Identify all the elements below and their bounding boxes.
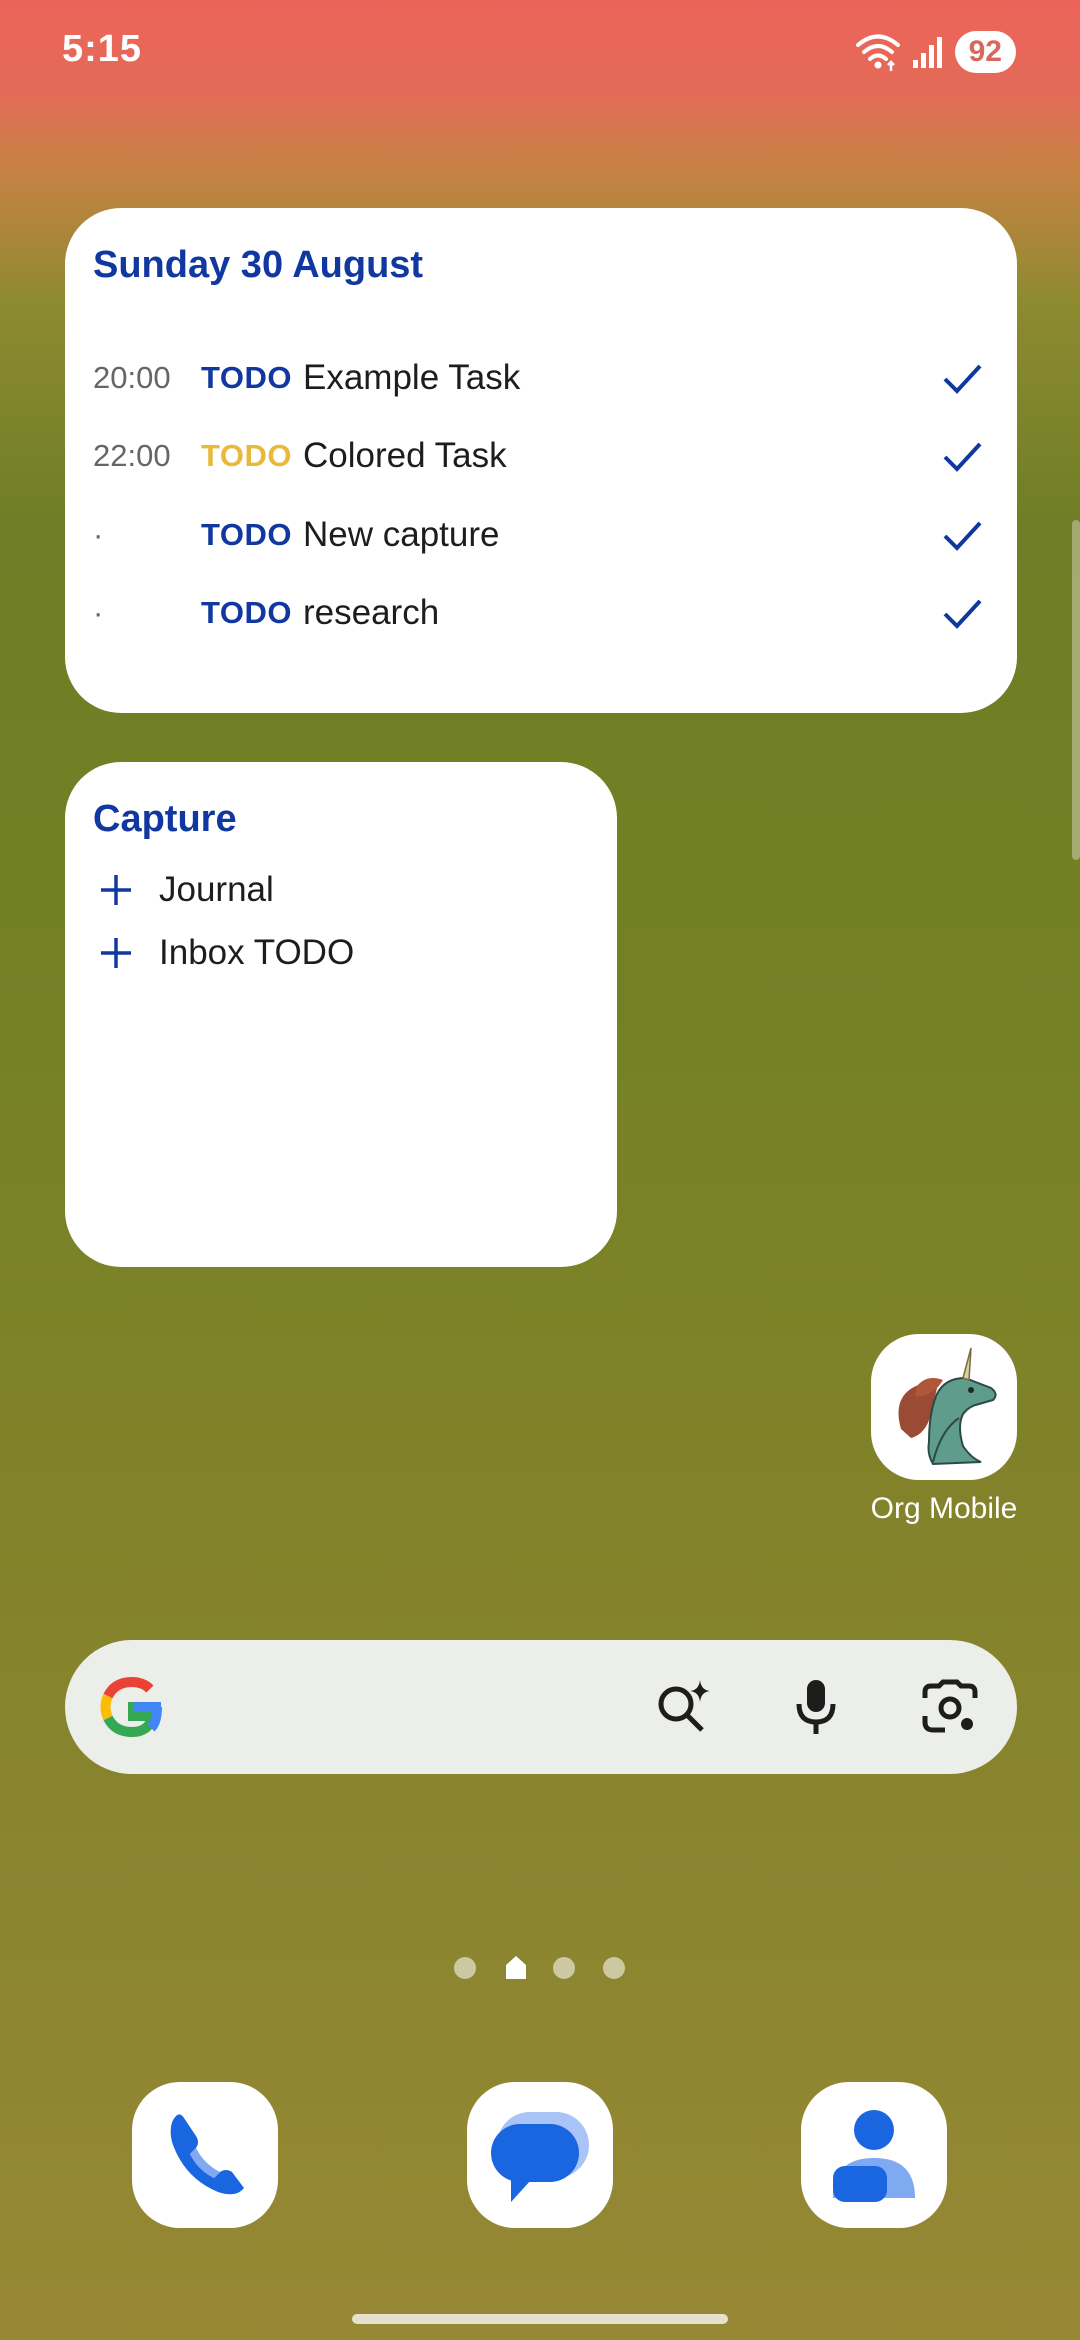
phone-icon[interactable]	[132, 2082, 278, 2228]
app-org-mobile[interactable]: Org Mobile	[864, 1334, 1024, 1526]
agenda-item-keyword: TODO	[201, 517, 292, 552]
agenda-item[interactable]: · TODO research	[93, 583, 993, 643]
signal-icon	[912, 37, 942, 68]
agenda-item-keyword: TODO	[201, 595, 292, 630]
capture-item-inbox-todo[interactable]: Inbox TODO	[97, 925, 354, 981]
messages-icon[interactable]	[467, 2082, 613, 2228]
home-page-icon[interactable]	[503, 1953, 529, 1981]
agenda-title[interactable]: Sunday 30 August	[93, 244, 423, 287]
agenda-item-title: New capture	[303, 515, 500, 554]
agenda-item-time: ·	[93, 517, 104, 552]
check-icon[interactable]	[939, 512, 985, 558]
agenda-item-title: research	[303, 593, 440, 632]
agenda-item[interactable]: 22:00 TODO Colored Task	[93, 426, 993, 486]
agenda-item-keyword: TODO	[201, 438, 292, 473]
capture-item-label: Journal	[159, 870, 274, 909]
page-dot[interactable]	[553, 1957, 575, 1979]
capture-item-journal[interactable]: Journal	[97, 862, 274, 918]
agenda-item-time: 20:00	[93, 360, 171, 395]
page-indicator[interactable]	[0, 1953, 1080, 1983]
page-dot[interactable]	[603, 1957, 625, 1979]
agenda-item-title: Colored Task	[303, 436, 507, 475]
capture-item-label: Inbox TODO	[159, 933, 355, 972]
contacts-icon[interactable]	[801, 2082, 947, 2228]
capture-widget[interactable]: Capture Journal Inbox TODO	[65, 762, 617, 1267]
battery-icon: 92	[954, 31, 1016, 73]
gesture-navigation-bar[interactable]	[352, 2314, 728, 2324]
wifi-icon	[855, 34, 900, 71]
agenda-item-keyword: TODO	[201, 360, 292, 395]
status-bar: 5:15 92	[0, 0, 1080, 100]
capture-title[interactable]: Capture	[93, 798, 237, 841]
lens-camera-icon[interactable]	[917, 1674, 983, 1740]
edge-panel-handle[interactable]	[1072, 520, 1080, 860]
agenda-item-time: 22:00	[93, 438, 171, 473]
status-icons: 92	[855, 30, 1016, 74]
agenda-item[interactable]: 20:00 TODO Example Task	[93, 348, 993, 408]
ai-search-icon[interactable]	[650, 1674, 716, 1740]
microphone-icon[interactable]	[783, 1674, 849, 1740]
google-logo-icon[interactable]	[95, 1670, 169, 1744]
check-icon[interactable]	[939, 355, 985, 401]
agenda-item-title: Example Task	[303, 358, 521, 397]
google-search-bar[interactable]	[65, 1640, 1017, 1774]
agenda-item-time: ·	[93, 595, 104, 630]
agenda-widget[interactable]: Sunday 30 August 20:00 TODO Example Task…	[65, 208, 1017, 713]
agenda-item[interactable]: · TODO New capture	[93, 505, 993, 565]
plus-icon	[101, 938, 131, 968]
status-time: 5:15	[62, 28, 143, 70]
check-icon[interactable]	[939, 590, 985, 636]
plus-icon	[101, 875, 131, 905]
unicorn-icon	[871, 1334, 1017, 1480]
app-label: Org Mobile	[870, 1492, 1018, 1525]
page-dot[interactable]	[454, 1957, 476, 1979]
check-icon[interactable]	[939, 433, 985, 479]
